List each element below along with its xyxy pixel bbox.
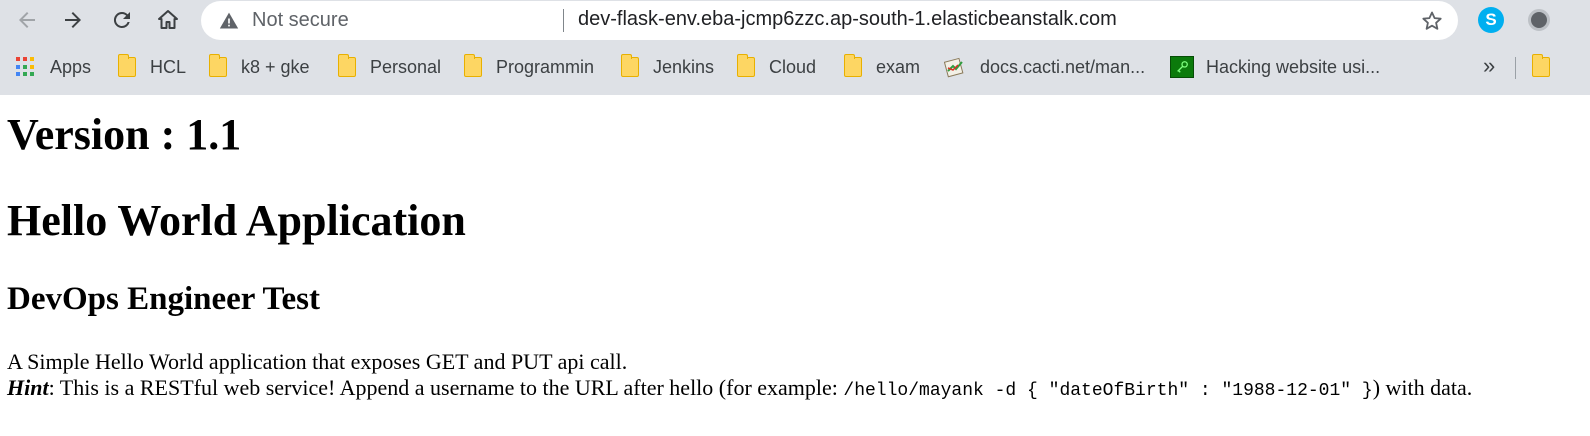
- bookmark-label: Personal: [370, 56, 442, 77]
- reload-icon: [113, 11, 130, 28]
- bookmark-label: Hacking website usi...: [1206, 56, 1381, 77]
- folder-icon: [209, 54, 227, 77]
- arrow-left-icon: [19, 12, 35, 28]
- home-button[interactable]: [153, 5, 183, 35]
- bookmark-label: docs.cacti.net/man...: [980, 56, 1146, 77]
- bookmark-folder-personal[interactable]: Personal: [338, 54, 442, 79]
- folder-icon: [118, 54, 136, 77]
- folder-icon: [1532, 54, 1550, 77]
- bookmark-hacking-website[interactable]: Hacking website usi...: [1170, 55, 1380, 79]
- app-heading: Hello World Application: [7, 196, 466, 245]
- bookmark-cacti-docs[interactable]: docs.cacti.net/man...: [944, 55, 1145, 79]
- description-text: A Simple Hello World application that ex…: [7, 349, 628, 374]
- bookmarks-overflow-chevron-icon[interactable]: »: [1483, 53, 1495, 79]
- back-button[interactable]: [12, 5, 42, 35]
- warning-icon[interactable]: [219, 11, 239, 31]
- folder-icon: [464, 54, 482, 77]
- hint-text-end: ) with data.: [1372, 375, 1473, 400]
- version-heading: Version : 1.1: [7, 110, 242, 159]
- bookmark-folder-cloud[interactable]: Cloud: [737, 54, 817, 79]
- hint-text-start: : This is a RESTful web service! Append …: [48, 375, 844, 400]
- folder-icon: [621, 54, 639, 77]
- url-text[interactable]: dev-flask-env.eba-jcmp6zzc.ap-south-1.el…: [578, 8, 1117, 31]
- hint-code-example: /hello/mayank -d { "dateOfBirth" : "1988…: [843, 381, 1373, 401]
- folder-icon: [844, 54, 862, 77]
- address-divider: [563, 9, 564, 32]
- browser-toolbar: Not secure dev-flask-env.eba-jcmp6zzc.ap…: [0, 0, 1590, 44]
- profile-extension-icon[interactable]: [1528, 9, 1550, 31]
- bookmarks-divider: [1515, 57, 1516, 79]
- home-icon: [158, 10, 178, 29]
- bookmark-label: HCL: [150, 56, 187, 77]
- bookmark-star-icon[interactable]: [1420, 9, 1444, 33]
- bookmark-folder-hcl[interactable]: HCL: [118, 54, 187, 79]
- bookmark-apps[interactable]: Apps: [16, 55, 91, 79]
- bookmark-folder-programmin[interactable]: Programmin: [464, 54, 595, 79]
- bookmark-label: Programmin: [496, 56, 595, 77]
- browser-chrome: Not secure dev-flask-env.eba-jcmp6zzc.ap…: [0, 0, 1590, 95]
- cacti-favicon-icon: [944, 57, 964, 78]
- hint-label: Hint: [7, 375, 49, 400]
- folder-icon: [737, 54, 755, 77]
- folder-icon: [338, 54, 356, 77]
- apps-grid-icon: [16, 57, 36, 77]
- bookmark-label: Jenkins: [653, 56, 715, 77]
- forward-button[interactable]: [58, 5, 88, 35]
- bookmark-label: Apps: [50, 56, 92, 77]
- description-paragraph: A Simple Hello World application that ex…: [7, 349, 1472, 404]
- bookmark-folder-k8-gke[interactable]: k8 + gke: [209, 54, 310, 79]
- bookmark-folder-jenkins[interactable]: Jenkins: [621, 54, 715, 79]
- address-bar[interactable]: Not secure dev-flask-env.eba-jcmp6zzc.ap…: [201, 1, 1458, 40]
- skype-extension-icon[interactable]: S: [1478, 7, 1504, 33]
- bookmark-folder-other[interactable]: [1532, 54, 1564, 79]
- bookmark-label: Cloud: [769, 56, 817, 77]
- bookmark-folder-exam[interactable]: exam: [844, 54, 921, 79]
- bookmark-label: exam: [876, 56, 921, 77]
- bookmark-label: k8 + gke: [241, 56, 310, 77]
- bookmarks-bar: Apps HCL k8 + gke Personal Programmin Je…: [0, 47, 1590, 87]
- security-status-label[interactable]: Not secure: [252, 9, 349, 32]
- arrow-right-icon: [65, 12, 81, 28]
- sub-heading: DevOps Engineer Test: [7, 281, 320, 317]
- reload-button[interactable]: [107, 5, 137, 35]
- hint-line: Hint: This is a RESTful web service! App…: [7, 375, 1472, 404]
- hacking-favicon-icon: [1170, 56, 1194, 78]
